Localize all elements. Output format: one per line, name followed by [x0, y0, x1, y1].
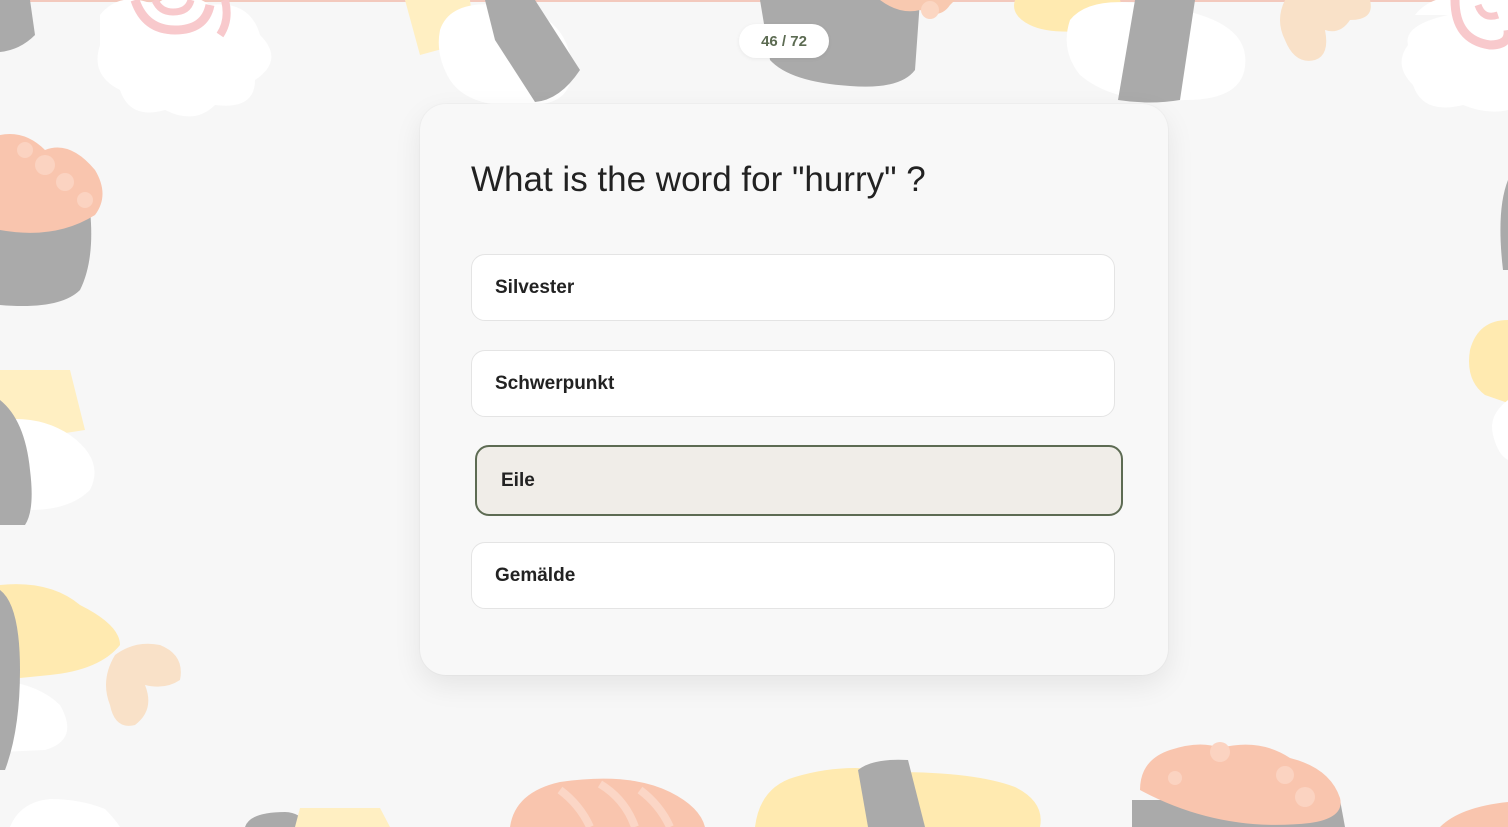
- naruto-decoration: [97, 0, 272, 117]
- answer-option-4[interactable]: Gemälde: [471, 542, 1115, 609]
- quiz-card: What is the word for "hurry" ? Silvester…: [420, 104, 1168, 675]
- bottom-right-salmon-decoration: [1440, 802, 1508, 827]
- question-text: What is the word for "hurry" ?: [471, 160, 926, 199]
- bottom-ikura-decoration: [1132, 742, 1345, 827]
- left-nigiri-decoration: [0, 370, 95, 525]
- naruto-decoration-right: [1401, 0, 1508, 112]
- answer-option-2[interactable]: Schwerpunkt: [471, 350, 1115, 417]
- right-edge-decoration: [1469, 180, 1508, 460]
- bottom-left-decoration: [10, 799, 390, 827]
- progress-counter: 46 / 72: [739, 24, 829, 58]
- answer-option-3-selected[interactable]: Eile: [475, 445, 1123, 516]
- tamago-decoration: [1014, 0, 1246, 103]
- shrimp-tail-decoration: [1280, 0, 1371, 61]
- ikura-gunkan-decoration: [0, 134, 103, 306]
- nigiri-decoration: [405, 0, 580, 106]
- left-bottom-decoration: [0, 584, 181, 770]
- answer-option-1[interactable]: Silvester: [471, 254, 1115, 321]
- salmon-nigiri-decoration: [510, 778, 705, 827]
- bottom-tamago-decoration: [755, 759, 1041, 827]
